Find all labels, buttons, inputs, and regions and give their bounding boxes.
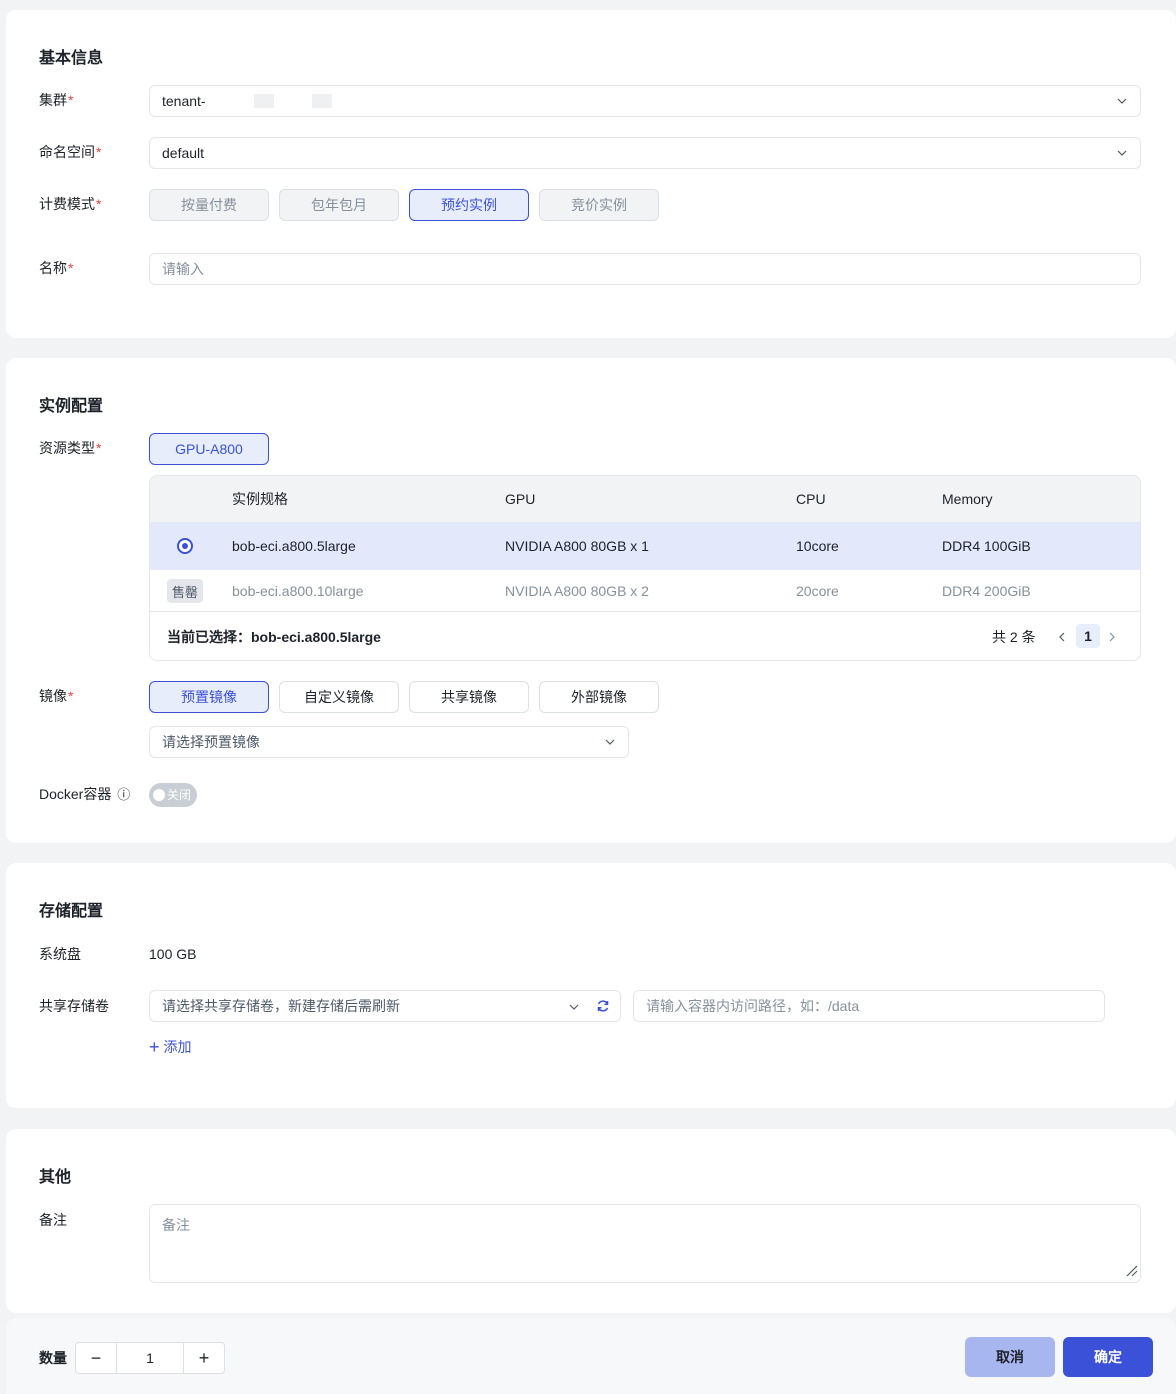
header-gpu: GPU [505,491,536,507]
row-gpu: NVIDIA A800 80GB x 2 [505,582,649,599]
chevron-down-icon [604,736,616,748]
remark-label: 备注 [39,1212,67,1228]
plus-icon: + [149,1037,160,1057]
billing-option-on-demand[interactable]: 按量付费 [149,189,269,221]
row-spec: bob-eci.a800.5large [232,538,356,554]
sold-out-badge: 售罄 [167,579,203,603]
add-volume-label: 添加 [163,1039,192,1055]
storage-config-card: 存储配置 系统盘 100 GB 共享存储卷 请选择共享存储卷，新建存储后需刷新 … [6,863,1176,1108]
image-tab-preset[interactable]: 预置镜像 [149,681,269,713]
shared-volume-placeholder: 请选择共享存储卷，新建存储后需刷新 [162,998,400,1014]
table-row: 售罄 bob-eci.a800.10large NVIDIA A800 80GB… [150,570,1140,612]
refresh-icon[interactable] [596,999,610,1016]
billing-option-subscription[interactable]: 包年包月 [279,189,399,221]
billing-label: 计费模式* [39,196,102,212]
masked-region [311,94,332,108]
info-icon[interactable]: ⓘ [117,787,130,802]
prev-page-icon[interactable] [1056,612,1068,660]
container-path-input[interactable]: 请输入容器内访问路径，如：/data [633,990,1105,1022]
system-disk-label: 系统盘 [39,946,81,962]
name-label: 名称* [39,260,74,276]
shared-volume-select[interactable]: 请选择共享存储卷，新建存储后需刷新 [149,990,621,1022]
total-count: 共 2 条 [992,629,1036,645]
masked-region [253,94,274,108]
radio-selected-icon[interactable] [177,538,193,554]
quantity-input[interactable]: 1 [116,1343,184,1373]
image-tab-custom[interactable]: 自定义镜像 [279,681,399,713]
remark-textarea[interactable]: 备注 [149,1204,1141,1283]
cluster-value: tenant- [162,93,206,109]
preset-image-select[interactable]: 请选择预置镜像 [149,726,629,758]
image-label: 镜像* [39,688,74,704]
shared-volume-label: 共享存储卷 [39,998,109,1014]
page-number[interactable]: 1 [1076,624,1100,648]
row-memory: DDR4 100GiB [942,538,1031,554]
decrement-button[interactable]: − [76,1343,116,1373]
preset-image-placeholder: 请选择预置镜像 [162,734,260,750]
namespace-select[interactable]: default [149,137,1141,169]
resource-type-gpu-a800[interactable]: GPU-A800 [149,433,269,465]
docker-label: Docker容器 ⓘ [39,786,131,802]
container-path-placeholder: 请输入容器内访问路径，如：/data [646,998,860,1014]
docker-toggle[interactable]: 关闭 [149,783,197,807]
chevron-down-icon [568,1000,580,1016]
add-volume-button[interactable]: + 添加 [149,1037,192,1057]
table-row[interactable]: bob-eci.a800.5large NVIDIA A800 80GB x 1… [150,522,1140,570]
instance-spec-table: 实例规格 GPU CPU Memory bob-eci.a800.5large … [149,475,1141,661]
namespace-label: 命名空间* [39,144,102,160]
cluster-select[interactable]: tenant- [149,85,1141,117]
storage-config-title: 存储配置 [39,903,104,920]
header-memory: Memory [942,491,993,507]
table-header: 实例规格 GPU CPU Memory [150,476,1140,522]
billing-option-reserved[interactable]: 预约实例 [409,189,529,221]
basic-info-title: 基本信息 [39,50,104,67]
quantity-stepper: − 1 + [75,1342,225,1374]
header-spec: 实例规格 [232,491,288,507]
remark-placeholder: 备注 [162,1217,190,1233]
instance-config-card: 实例配置 资源类型* GPU-A800 实例规格 GPU CPU Memory … [6,358,1176,843]
other-card: 其他 备注 备注 [6,1129,1176,1313]
cancel-button[interactable]: 取消 [965,1337,1055,1377]
basic-info-card: 基本信息 集群* tenant- 命名空间* default 计费模式* 按量付… [6,10,1176,338]
header-cpu: CPU [796,491,826,507]
row-memory: DDR4 200GiB [942,582,1031,599]
quantity-label: 数量 [39,1350,67,1366]
resize-handle-icon[interactable] [1124,1263,1138,1280]
image-tab-shared[interactable]: 共享镜像 [409,681,529,713]
other-title: 其他 [39,1169,72,1186]
chevron-down-icon [1116,147,1128,159]
current-selection-text: 当前已选择：bob-eci.a800.5large [167,629,381,645]
system-disk-value: 100 GB [149,946,197,962]
row-gpu: NVIDIA A800 80GB x 1 [505,538,649,554]
increment-button[interactable]: + [184,1343,224,1373]
cluster-label: 集群* [39,92,74,108]
row-cpu: 10core [796,538,839,554]
row-spec: bob-eci.a800.10large [232,582,364,599]
billing-option-spot[interactable]: 竞价实例 [539,189,659,221]
name-placeholder: 请输入 [162,261,204,277]
toggle-knob [153,789,165,801]
next-page-icon[interactable] [1106,612,1118,660]
resource-type-label: 资源类型* [39,440,102,456]
footer-bar: 数量 − 1 + 取消 确定 [6,1318,1176,1394]
chevron-down-icon [1116,95,1128,107]
instance-config-title: 实例配置 [39,398,104,415]
image-tab-external[interactable]: 外部镜像 [539,681,659,713]
toggle-label: 关闭 [167,788,192,802]
row-cpu: 20core [796,582,839,599]
name-input[interactable]: 请输入 [149,253,1141,285]
table-footer: 当前已选择：bob-eci.a800.5large 共 2 条 1 [150,612,1140,660]
confirm-button[interactable]: 确定 [1063,1337,1153,1377]
namespace-value: default [162,145,205,161]
